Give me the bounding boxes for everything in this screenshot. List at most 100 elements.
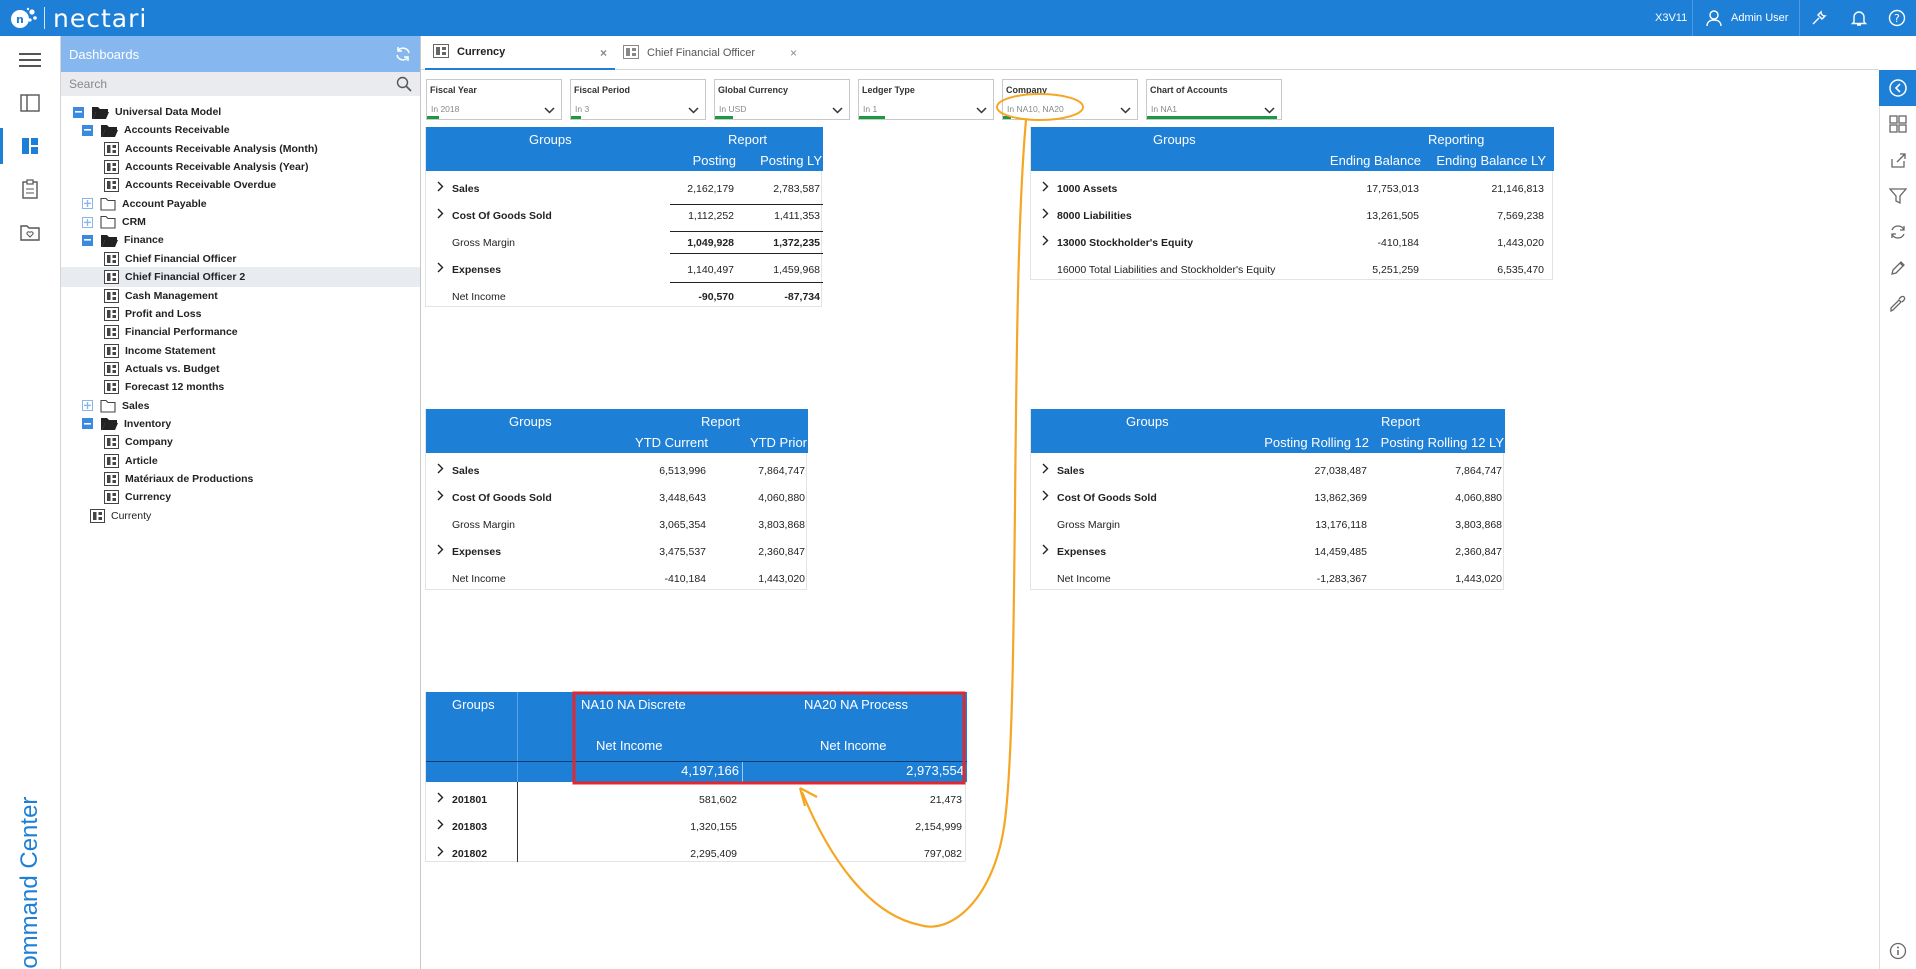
cell-value[interactable]: 1,443,020 [1497, 237, 1544, 249]
tree-folder[interactable]: Universal Data Model [73, 102, 221, 122]
column-header[interactable]: YTD Current [635, 435, 708, 450]
groups-column-header[interactable]: Groups [1153, 132, 1196, 147]
cell-value[interactable]: 1,459,968 [773, 264, 820, 276]
cell-value[interactable]: 1,320,155 [690, 821, 737, 833]
cell-value[interactable]: 13,176,118 [1315, 519, 1367, 531]
cell-value[interactable]: -1,283,367 [1317, 573, 1367, 585]
tree-dashboard-item[interactable]: Company [104, 432, 173, 452]
tree-dashboard-item[interactable]: Article [104, 451, 158, 471]
tab-currency[interactable]: Currency × [425, 36, 615, 70]
cell-value[interactable]: 5,251,259 [1372, 264, 1419, 276]
eyedropper-icon[interactable] [1879, 286, 1916, 322]
column-header[interactable]: Posting Rolling 12 LY [1381, 435, 1504, 450]
expand-icon[interactable] [82, 400, 93, 412]
cell-value[interactable]: -410,184 [1378, 237, 1419, 249]
filter-dropdown[interactable]: Fiscal Period In 3 [570, 79, 706, 120]
cell-value[interactable]: 1,411,353 [774, 210, 820, 222]
row-label[interactable]: Cost Of Goods Sold [452, 210, 552, 222]
expand-icon[interactable] [82, 198, 93, 210]
tree-dashboard-item[interactable]: Cash Management [104, 286, 218, 306]
expand-row-icon[interactable] [437, 846, 444, 860]
cell-value[interactable]: 4,060,880 [758, 492, 805, 504]
row-label[interactable]: Expenses [452, 546, 501, 558]
layout-grid-icon[interactable] [1879, 106, 1916, 142]
row-label[interactable]: Cost Of Goods Sold [452, 492, 552, 504]
expand-row-icon[interactable] [437, 819, 444, 833]
cell-value[interactable]: 2,360,847 [758, 546, 805, 558]
cell-value[interactable]: -410,184 [665, 573, 706, 585]
cell-value[interactable]: 1,049,928 [687, 237, 734, 249]
nectari-logo[interactable]: n nectari [10, 4, 147, 33]
tree-dashboard-item[interactable]: Financial Performance [104, 322, 238, 342]
row-label[interactable]: Cost Of Goods Sold [1057, 492, 1157, 504]
user-menu[interactable]: Admin User [1705, 0, 1788, 36]
cell-value[interactable]: 1,443,020 [758, 573, 805, 585]
dashboard-search-input[interactable] [69, 77, 369, 91]
cell-value[interactable]: 1,112,252 [688, 210, 734, 222]
cell-value[interactable]: 7,864,747 [1455, 465, 1502, 477]
tree-dashboard-item[interactable]: Actuals vs. Budget [104, 359, 220, 379]
groups-column-header[interactable]: Groups [452, 697, 495, 712]
tree-dashboard-item[interactable]: Accounts Receivable Overdue [104, 175, 276, 195]
tree-folder[interactable]: Sales [82, 396, 149, 416]
groups-column-header[interactable]: Groups [509, 414, 552, 429]
row-label[interactable]: Expenses [452, 264, 501, 276]
cell-value[interactable]: 6,535,470 [1497, 264, 1544, 276]
expand-row-icon[interactable] [1042, 463, 1049, 477]
filter-dropdown[interactable]: Company In NA10, NA20 [1002, 79, 1138, 120]
collapse-icon[interactable] [82, 234, 93, 246]
measure-column-header[interactable]: Net Income [596, 738, 662, 753]
tree-dashboard-item[interactable]: Accounts Receivable Analysis (Month) [104, 139, 318, 159]
cell-value[interactable]: 1,140,497 [687, 264, 734, 276]
row-label[interactable]: 1000 Assets [1057, 183, 1117, 195]
expand-row-icon[interactable] [437, 262, 444, 276]
expand-row-icon[interactable] [437, 463, 444, 477]
cell-value[interactable]: 7,864,747 [758, 465, 805, 477]
cell-value[interactable]: 14,459,485 [1314, 546, 1367, 558]
expand-row-icon[interactable] [1042, 208, 1049, 222]
cell-value[interactable]: 2,295,409 [690, 848, 737, 860]
cell-value[interactable]: 1,443,020 [1455, 573, 1502, 585]
cell-value[interactable]: 581,602 [699, 794, 737, 806]
cell-value[interactable]: 13,261,505 [1366, 210, 1419, 222]
expand-row-icon[interactable] [437, 544, 444, 558]
edit-pencil-icon[interactable] [1879, 250, 1916, 286]
bell-icon[interactable] [1850, 0, 1868, 36]
company-column-header[interactable]: NA20 NA Process [804, 697, 908, 712]
tree-dashboard-item[interactable]: Accounts Receivable Analysis (Year) [104, 157, 308, 177]
measure-column-header[interactable]: Net Income [820, 738, 886, 753]
total-value[interactable]: 2,973,554 [906, 763, 964, 778]
cell-value[interactable]: -90,570 [698, 291, 734, 303]
column-header[interactable]: YTD Prior [750, 435, 807, 450]
tree-folder[interactable]: CRM [82, 212, 146, 232]
row-label[interactable]: 201803 [452, 821, 487, 833]
cell-value[interactable]: 6,513,996 [659, 465, 706, 477]
expand-row-icon[interactable] [1042, 544, 1049, 558]
clipboard-icon[interactable] [0, 169, 60, 209]
cell-value[interactable]: 3,475,537 [659, 546, 706, 558]
expand-row-icon[interactable] [1042, 181, 1049, 195]
tree-folder[interactable]: Finance [82, 230, 164, 250]
sync-icon[interactable] [1879, 214, 1916, 250]
expand-row-icon[interactable] [437, 181, 444, 195]
cell-value[interactable]: 7,569,238 [1497, 210, 1544, 222]
cell-value[interactable]: 3,803,868 [758, 519, 805, 531]
collapse-icon[interactable] [73, 106, 84, 118]
cell-value[interactable]: 21,473 [930, 794, 962, 806]
search-icon[interactable] [396, 76, 412, 97]
total-value[interactable]: 4,197,166 [681, 763, 739, 778]
share-icon[interactable] [1879, 142, 1916, 178]
tree-dashboard-item[interactable]: Currency [104, 487, 171, 507]
row-label[interactable]: Expenses [1057, 546, 1106, 558]
expand-row-icon[interactable] [437, 208, 444, 222]
tree-folder[interactable]: Accounts Receivable [82, 120, 230, 140]
column-group-header[interactable]: Reporting [1428, 132, 1484, 147]
row-label[interactable]: Sales [1057, 465, 1084, 477]
column-group-header[interactable]: Report [701, 414, 740, 429]
filter-dropdown[interactable]: Fiscal Year In 2018 [426, 79, 562, 120]
cell-value[interactable]: 1,372,235 [773, 237, 820, 249]
column-header[interactable]: Ending Balance [1330, 153, 1421, 168]
column-header[interactable]: Posting LY [760, 153, 822, 168]
info-icon[interactable] [1879, 933, 1916, 969]
cell-value[interactable]: 2,783,587 [773, 183, 820, 195]
